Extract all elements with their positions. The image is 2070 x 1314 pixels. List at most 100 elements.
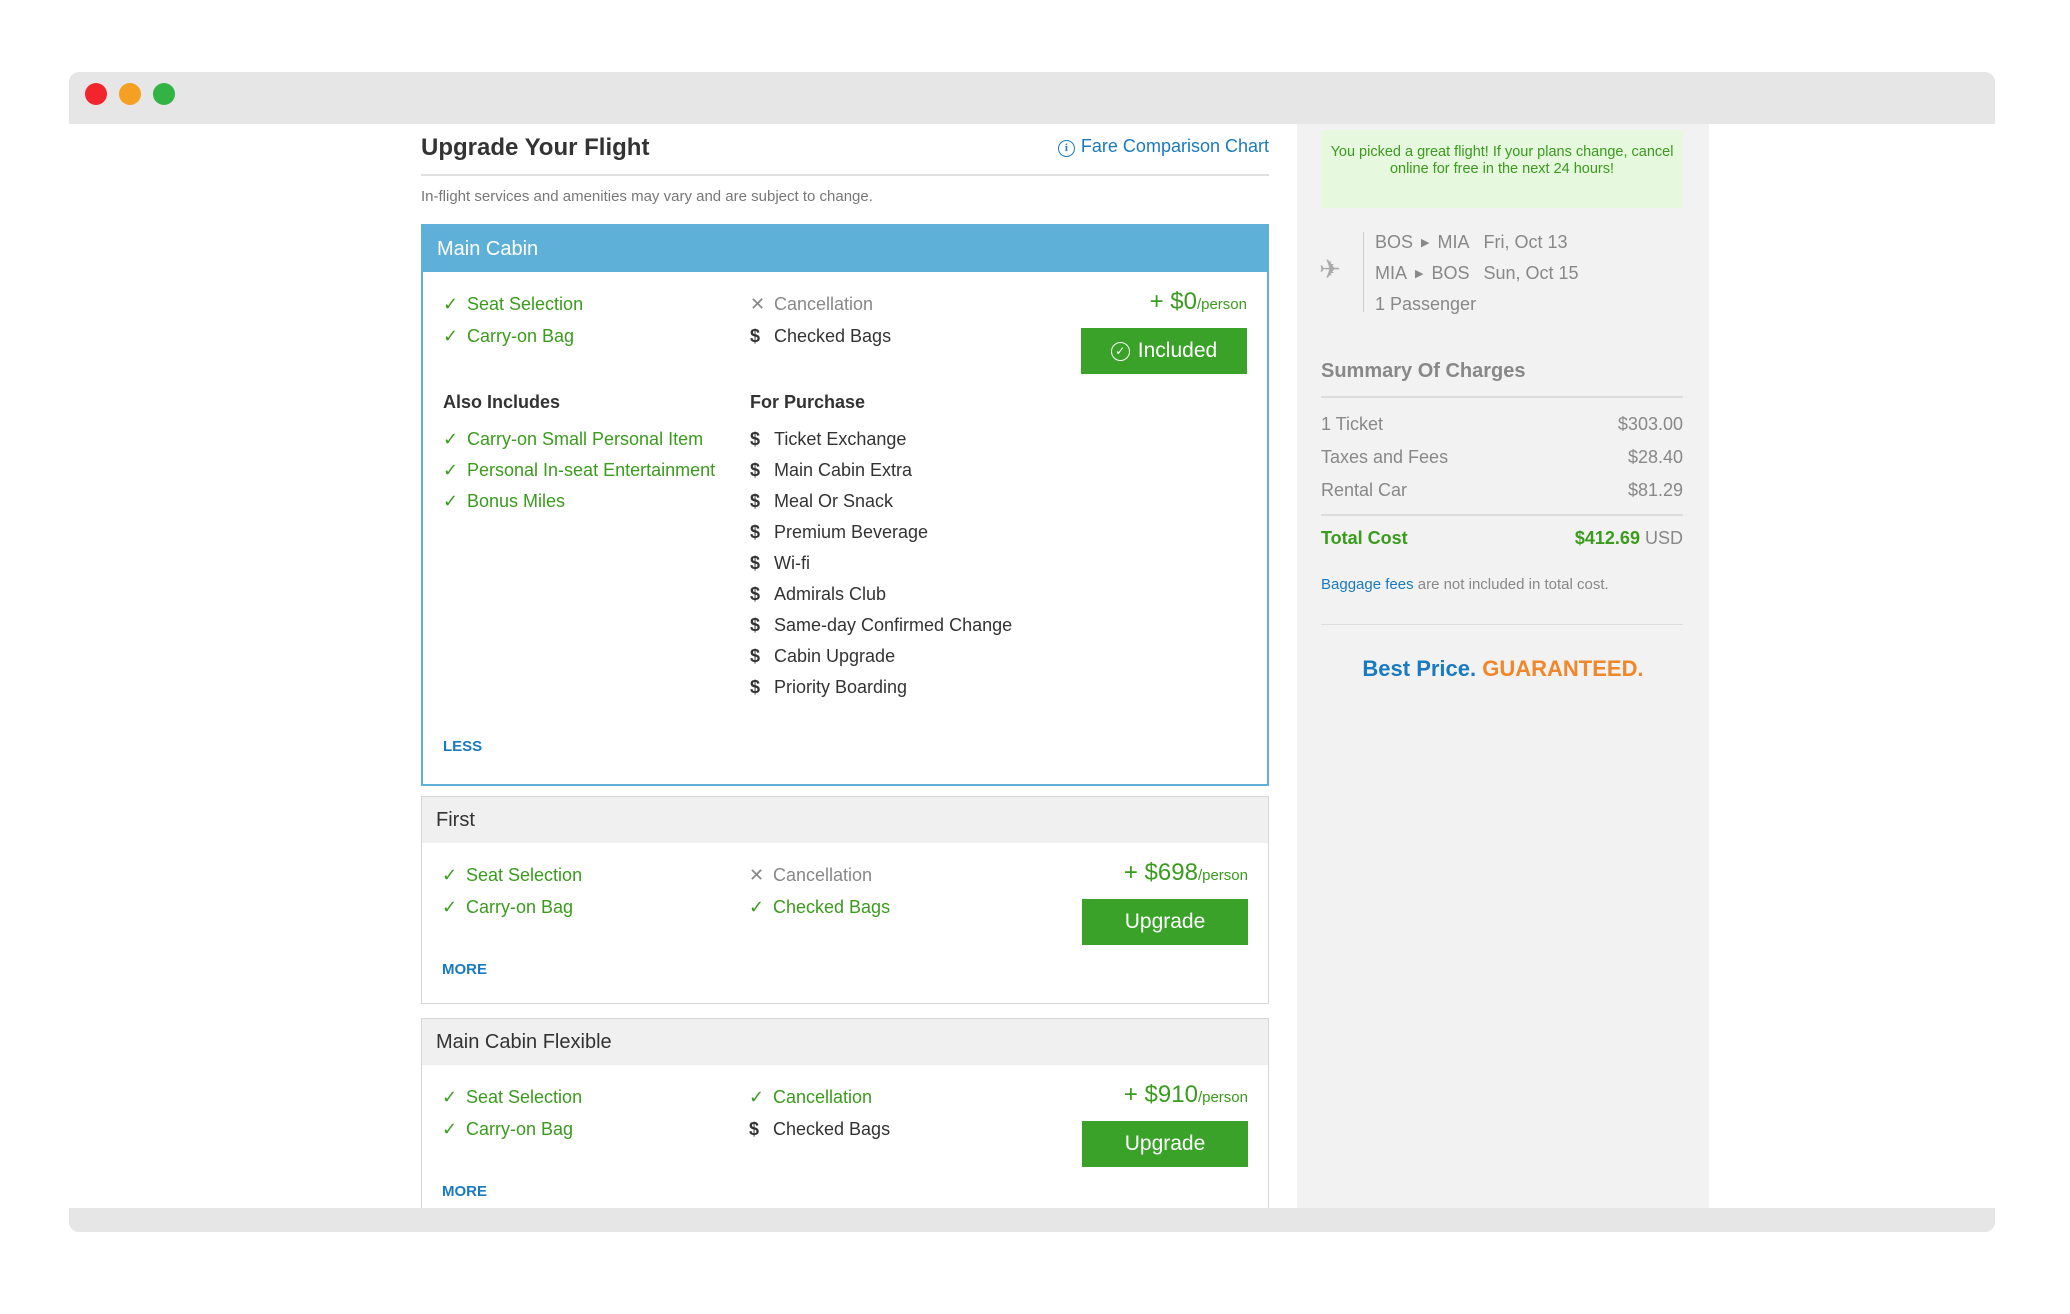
check-icon: ✓	[442, 1119, 458, 1139]
disclaimer-text: In-flight services and amenities may var…	[421, 188, 873, 205]
less-toggle[interactable]: LESS	[443, 738, 482, 755]
dollar-icon: $	[750, 491, 761, 511]
browser-window: Upgrade Your Flight i Fare Comparison Cha…	[69, 72, 1995, 1232]
dollar-icon: $	[750, 584, 761, 604]
arrow-right-icon: ▶	[1415, 268, 1424, 280]
divider	[1321, 396, 1683, 398]
fare-price: + $910/person	[1123, 1081, 1248, 1108]
check-icon: ✓	[443, 294, 459, 314]
check-icon: ✓	[442, 897, 458, 917]
plane-icon: ✈	[1319, 254, 1341, 284]
x-icon: ✕	[749, 865, 765, 885]
fare-comparison-label: Fare Comparison Chart	[1080, 136, 1269, 156]
check-icon: ✓	[749, 897, 765, 917]
feature-carry-on-bag: ✓ Carry-on Bag	[442, 1119, 574, 1139]
check-icon: ✓	[442, 1087, 458, 1107]
check-icon: ✓	[443, 491, 459, 511]
baggage-fees-link[interactable]: Baggage fees	[1321, 576, 1414, 593]
fare-card-title: Main Cabin Flexible	[422, 1019, 1268, 1065]
dollar-icon: $	[750, 646, 761, 666]
page-title: Upgrade Your Flight	[421, 134, 650, 161]
summary-title: Summary Of Charges	[1321, 360, 1526, 382]
feature-checked-bags: ✓ Checked Bags	[749, 897, 891, 917]
fare-comparison-link[interactable]: i Fare Comparison Chart	[1057, 136, 1269, 157]
feature-cancellation: ✓ Cancellation	[749, 1087, 873, 1107]
dollar-icon: $	[750, 460, 761, 480]
dollar-icon: $	[750, 553, 761, 573]
free-cancel-notice: You picked a great flight! If your plans…	[1321, 130, 1683, 208]
feature-carry-on-bag: ✓ Carry-on Bag	[443, 326, 575, 346]
also-includes-heading: Also Includes	[443, 392, 561, 412]
x-icon: ✕	[750, 294, 766, 314]
for-purchase-item: $ Wi-fi	[750, 553, 810, 573]
trip-summary-sidebar: You picked a great flight! If your plans…	[1297, 124, 1709, 1208]
trip-divider	[1363, 232, 1364, 312]
for-purchase-item: $ Meal Or Snack	[750, 491, 894, 511]
upgrade-button[interactable]: Upgrade	[1082, 1121, 1248, 1167]
for-purchase-heading: For Purchase	[750, 392, 866, 412]
feature-checked-bags: $ Checked Bags	[749, 1119, 891, 1139]
trip-leg-outbound: BOS ▶ MIA Fri, Oct 13	[1375, 232, 1568, 252]
check-icon: ✓	[442, 865, 458, 885]
feature-cancellation: ✕ Cancellation	[750, 294, 874, 314]
passenger-count: 1 Passenger	[1375, 294, 1477, 314]
dollar-icon: $	[750, 615, 761, 635]
fare-card-first[interactable]: First ✓ Seat Selection ✓ Carry-on Bag ✕ Can…	[421, 796, 1269, 1004]
more-toggle[interactable]: MORE	[442, 961, 487, 978]
charge-row: Taxes and Fees $28.40	[1321, 447, 1683, 467]
arrow-right-icon: ▶	[1421, 237, 1430, 249]
check-circle-icon: ✓	[1110, 342, 1130, 361]
check-icon: ✓	[749, 1087, 765, 1107]
feature-seat-selection: ✓ Seat Selection	[443, 294, 584, 314]
for-purchase-item: $ Admirals Club	[750, 584, 887, 604]
for-purchase-item: $ Premium Beverage	[750, 522, 929, 542]
fare-card-main-cabin[interactable]: Main Cabin ✓ Seat Selection ✓ Carry-on Bag…	[421, 224, 1269, 786]
for-purchase-item: $ Priority Boarding	[750, 677, 908, 697]
for-purchase-item: $ Main Cabin Extra	[750, 460, 913, 480]
included-button[interactable]: ✓ Included	[1081, 328, 1247, 374]
feature-carry-on-bag: ✓ Carry-on Bag	[442, 897, 574, 917]
check-icon: ✓	[443, 429, 459, 449]
total-cost-row: Total Cost $412.69 USD	[1321, 528, 1683, 548]
for-purchase-item: $ Cabin Upgrade	[750, 646, 896, 666]
fare-card-main-cabin-flexible[interactable]: Main Cabin Flexible ✓ Seat Selection ✓ Car…	[421, 1018, 1269, 1208]
also-includes-item: ✓ Personal In-seat Entertainment	[443, 460, 716, 480]
feature-cancellation: ✕ Cancellation	[749, 865, 873, 885]
also-includes-item: ✓ Carry-on Small Personal Item	[443, 429, 704, 449]
feature-checked-bags: $ Checked Bags	[750, 326, 892, 346]
upgrade-button[interactable]: Upgrade	[1082, 899, 1248, 945]
fare-card-title: Main Cabin	[423, 226, 1267, 272]
charge-row: 1 Ticket $303.00	[1321, 414, 1683, 434]
check-icon: ✓	[443, 326, 459, 346]
dollar-icon: $	[750, 677, 761, 697]
divider	[1321, 514, 1683, 516]
for-purchase-item: $ Same-day Confirmed Change	[750, 615, 1013, 635]
fare-price: + $698/person	[1123, 859, 1248, 886]
baggage-note: Baggage fees are not included in total c…	[1321, 576, 1609, 593]
dollar-icon: $	[749, 1119, 760, 1139]
best-price-badge: Best Price. GUARANTEED.	[1362, 656, 1644, 681]
maximize-window-button[interactable]	[153, 83, 175, 105]
trip-leg-return: MIA ▶ BOS Sun, Oct 15	[1375, 263, 1579, 283]
fare-card-title: First	[422, 797, 1268, 843]
divider	[1321, 624, 1683, 625]
minimize-window-button[interactable]	[119, 83, 141, 105]
window-bottom-bar	[69, 1208, 1995, 1232]
also-includes-item: ✓ Bonus Miles	[443, 491, 566, 511]
feature-seat-selection: ✓ Seat Selection	[442, 1087, 583, 1107]
fare-price: + $0/person	[1149, 288, 1247, 315]
check-icon: ✓	[443, 460, 459, 480]
page-content: Upgrade Your Flight i Fare Comparison Cha…	[69, 124, 1995, 1208]
charge-row: Rental Car $81.29	[1321, 480, 1683, 500]
feature-seat-selection: ✓ Seat Selection	[442, 865, 583, 885]
info-icon: i	[1057, 140, 1075, 157]
more-toggle[interactable]: MORE	[442, 1183, 487, 1200]
total-cost-value: $412.69	[1574, 528, 1640, 548]
dollar-icon: $	[750, 326, 761, 346]
upgrade-header: Upgrade Your Flight i Fare Comparison Cha…	[421, 134, 1269, 176]
for-purchase-item: $ Ticket Exchange	[750, 429, 907, 449]
close-window-button[interactable]	[85, 83, 107, 105]
dollar-icon: $	[750, 522, 761, 542]
window-titlebar	[69, 72, 1995, 124]
dollar-icon: $	[750, 429, 761, 449]
